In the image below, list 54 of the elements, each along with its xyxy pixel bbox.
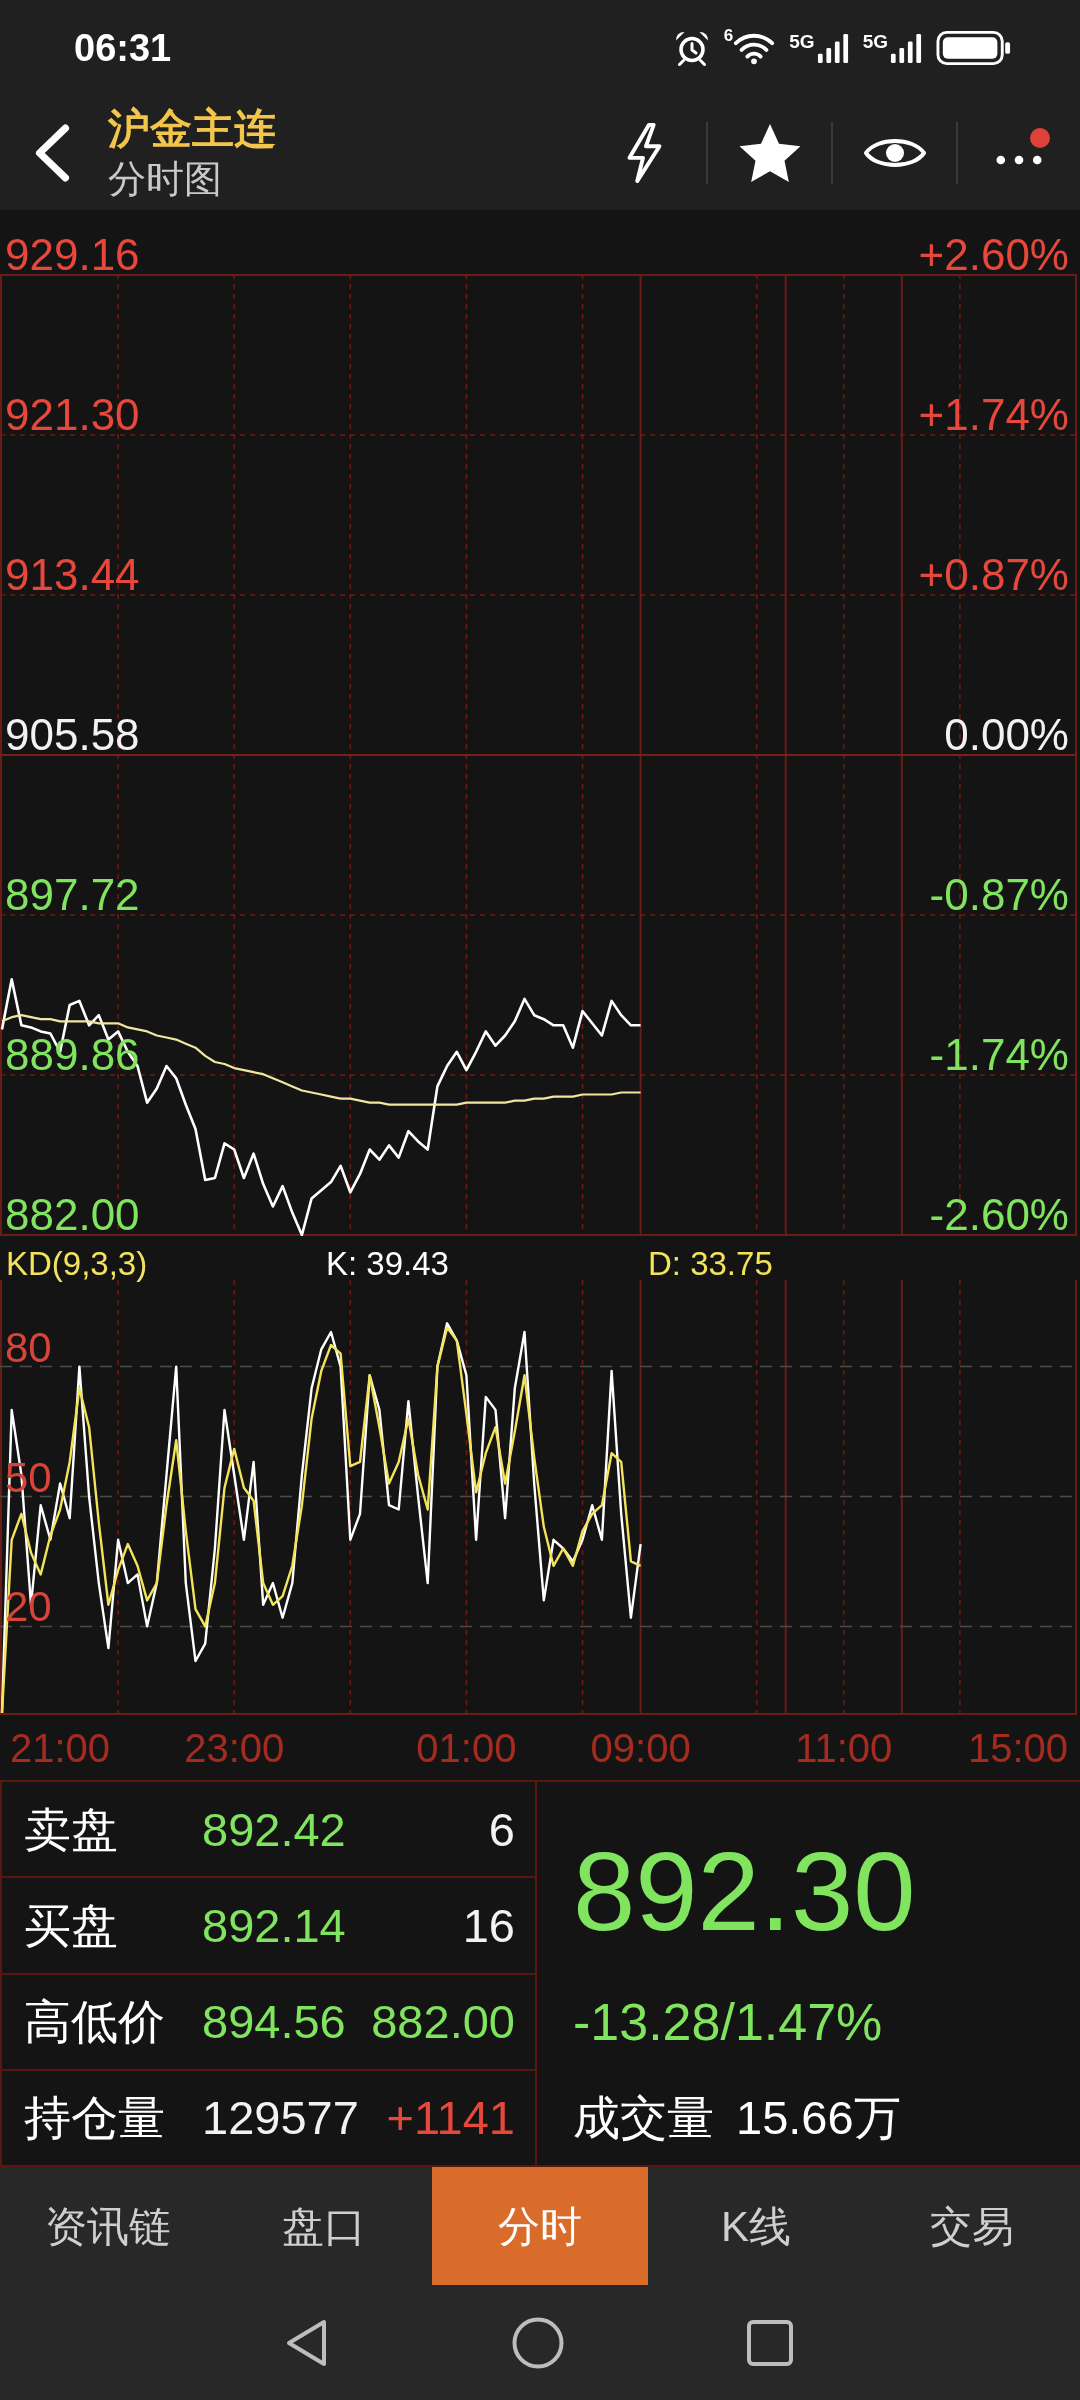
- time-axis-label: 11:00: [795, 1728, 893, 1768]
- quote-label: 卖盘: [24, 1805, 119, 1853]
- price-axis-label: 929.16: [5, 233, 140, 277]
- percent-axis-label: -1.74%: [929, 1033, 1069, 1077]
- quote-value: 16: [462, 1901, 515, 1949]
- percent-axis-label: -2.60%: [929, 1193, 1069, 1237]
- percent-axis-label: 0.00%: [944, 713, 1069, 757]
- instrument-title: 沪金主连: [108, 103, 276, 154]
- time-axis-label: 09:00: [590, 1728, 691, 1768]
- more-dots-icon: [996, 154, 1042, 165]
- network-type-label: 5G: [789, 31, 815, 51]
- quote-value: 892.42: [202, 1805, 346, 1853]
- battery-icon: [936, 29, 1012, 66]
- indicator-title: KD(9,3,3): [6, 1247, 149, 1280]
- volume-label: 成交量: [573, 2093, 714, 2141]
- quote-label: 高低价: [24, 1998, 166, 2046]
- price-change: -13.28/1.47%: [573, 1996, 884, 2048]
- indicator-reading: K: 39.43: [326, 1247, 450, 1280]
- indicator-reading: D: 33.75: [648, 1247, 774, 1280]
- quote-label: 持仓量: [24, 2094, 166, 2142]
- price-axis-label: 921.30: [5, 393, 140, 437]
- quote-label: 买盘: [24, 1901, 119, 1949]
- quote-value: 882.00: [371, 1998, 515, 2046]
- price-axis-label: 897.72: [5, 873, 140, 917]
- quote-value: 892.14: [202, 1901, 346, 1949]
- percent-axis-label: +2.60%: [918, 233, 1069, 277]
- triangle-back-icon: [284, 2317, 328, 2368]
- time-axis-label: 21:00: [10, 1728, 111, 1768]
- signal-bars-icon: [890, 31, 922, 64]
- price-axis-label: 905.58: [5, 713, 140, 757]
- star-icon: [738, 123, 801, 182]
- percent-axis-label: -0.87%: [929, 873, 1069, 917]
- network-type-label: 5G: [862, 31, 888, 51]
- chart-subtitle: 分时图: [108, 156, 223, 202]
- signal-bars-icon: [816, 31, 849, 64]
- wifi-standard-label: 6: [723, 26, 734, 44]
- volume-value: 15.66万: [736, 2093, 901, 2141]
- price-axis-label: 882.00: [5, 1193, 140, 1237]
- quote-value: 129577: [202, 2094, 359, 2142]
- last-price: 892.30: [573, 1836, 917, 1948]
- time-axis-label: 01:00: [416, 1728, 517, 1768]
- quote-value: +1141: [386, 2094, 515, 2142]
- percent-axis-label: +0.87%: [918, 553, 1069, 597]
- percent-axis-label: +1.74%: [918, 393, 1069, 437]
- alarm-clock-icon: [673, 29, 710, 66]
- quote-value: 894.56: [202, 1998, 346, 2046]
- square-recents-icon: [747, 2319, 793, 2366]
- time-axis-label: 15:00: [967, 1728, 1068, 1768]
- quote-value: 6: [488, 1805, 515, 1853]
- status-time: 06:31: [74, 28, 172, 67]
- time-axis-label: 23:00: [184, 1728, 285, 1768]
- kd-axis-label: 80: [5, 1326, 52, 1369]
- circle-home-icon: [512, 2316, 564, 2369]
- price-axis-label: 913.44: [5, 553, 140, 597]
